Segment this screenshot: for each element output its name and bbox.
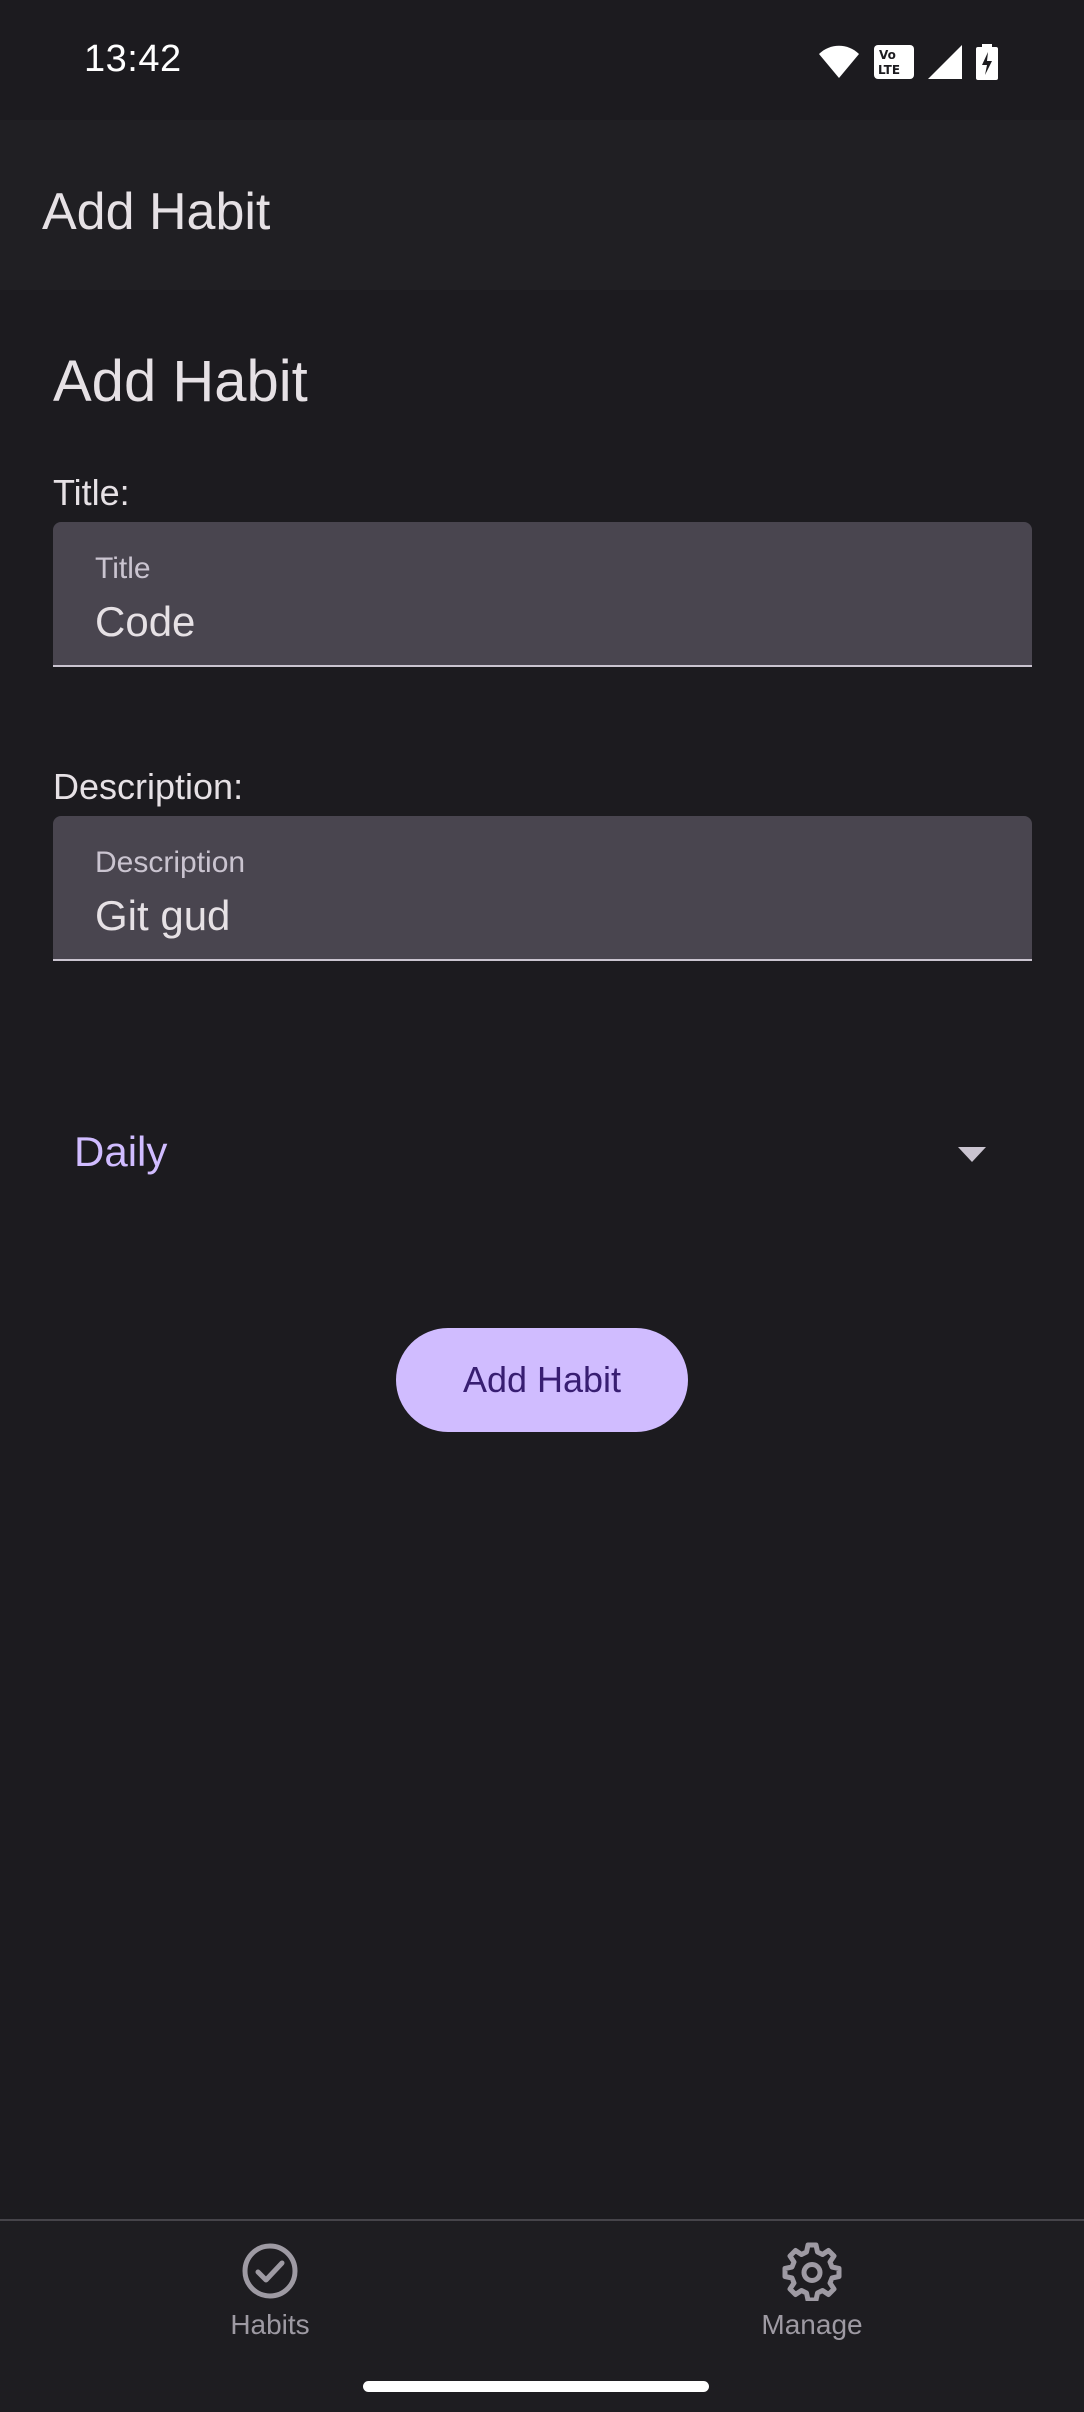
title-field-label: Title <box>95 552 151 585</box>
title-input[interactable] <box>95 598 975 646</box>
app-bar-title: Add Habit <box>42 183 271 241</box>
top-app-bar: Add Habit <box>0 120 1084 290</box>
add-habit-button[interactable]: Add Habit <box>396 1328 688 1432</box>
title-field[interactable]: Title <box>53 522 1032 667</box>
volte-icon: Vo LTE <box>874 45 914 79</box>
volte-line1: Vo <box>879 48 896 62</box>
dropdown-arrow-icon <box>958 1147 986 1168</box>
frequency-dropdown[interactable]: Daily <box>53 1100 1032 1210</box>
page-heading: Add Habit <box>53 349 308 414</box>
description-field-label: Description <box>95 846 246 879</box>
check-circle-icon <box>160 2241 380 2301</box>
description-input[interactable] <box>95 892 975 940</box>
status-bar: 13:42 Vo LTE <box>0 0 1084 120</box>
frequency-selected: Daily <box>74 1128 168 1175</box>
volte-line2: LTE <box>878 63 900 77</box>
nav-item-habits[interactable]: Habits <box>160 2241 380 2371</box>
description-caption: Description: <box>53 766 244 807</box>
gesture-handle[interactable] <box>363 2381 709 2392</box>
wifi-icon <box>818 45 860 79</box>
nav-item-manage[interactable]: Manage <box>702 2241 922 2371</box>
signal-icon <box>928 45 962 79</box>
description-field[interactable]: Description <box>53 816 1032 961</box>
gear-icon <box>702 2241 922 2301</box>
battery-charging-icon <box>976 44 998 80</box>
title-caption: Title: <box>53 472 130 513</box>
status-time: 13:42 <box>84 38 182 80</box>
nav-label-habits: Habits <box>230 2309 310 2340</box>
nav-label-manage: Manage <box>761 2309 863 2340</box>
status-icons: Vo LTE <box>818 44 998 80</box>
